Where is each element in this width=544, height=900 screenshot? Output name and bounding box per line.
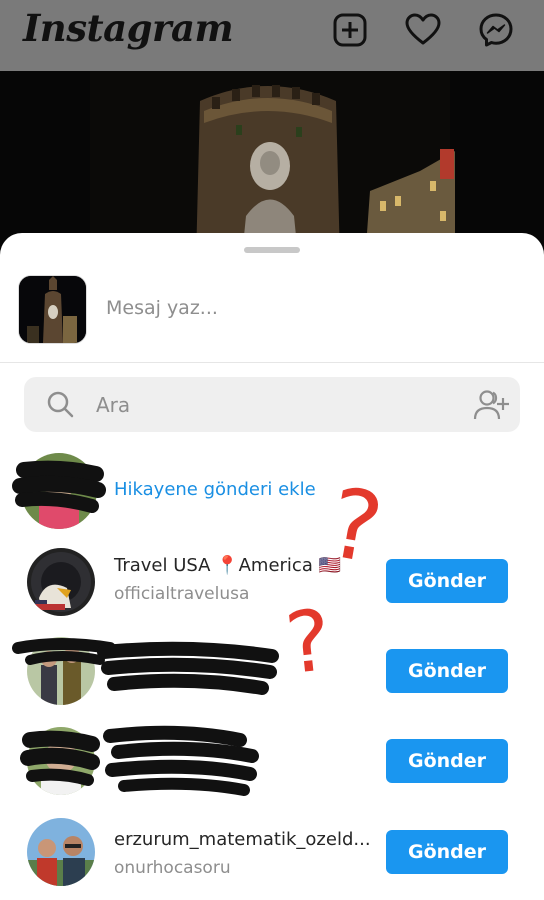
- add-to-story-label[interactable]: Hikayene gönderi ekle: [114, 479, 316, 500]
- recipient-username: officialtravelusa: [114, 584, 250, 604]
- my-story-avatar[interactable]: [21, 453, 97, 529]
- top-bar: Instagram: [0, 0, 544, 71]
- recipient-avatar[interactable]: [27, 727, 95, 795]
- send-button[interactable]: Gönder: [386, 559, 508, 603]
- recipient-name: erzurum_matematik_ozeld...: [114, 829, 371, 850]
- recipient-name: Travel USA 📍America 🇺🇸: [114, 555, 341, 576]
- message-input[interactable]: [106, 297, 506, 319]
- divider: [0, 362, 544, 363]
- send-button[interactable]: Gönder: [386, 649, 508, 693]
- instagram-logo[interactable]: Instagram: [23, 6, 234, 50]
- recipient-avatar[interactable]: [27, 548, 95, 616]
- new-post-icon[interactable]: [332, 12, 368, 48]
- search-input[interactable]: [96, 392, 456, 418]
- messenger-icon[interactable]: [478, 12, 514, 48]
- search-icon: [47, 391, 74, 418]
- recipient-avatar[interactable]: [27, 818, 95, 886]
- add-people-icon[interactable]: [472, 389, 510, 421]
- recipient-avatar[interactable]: [27, 637, 95, 705]
- search-bar[interactable]: [24, 377, 520, 432]
- share-sheet: Hikayene gönderi ekle Travel USA 📍Americ…: [0, 233, 544, 900]
- recipient-username: onurhocasoru: [114, 858, 231, 878]
- send-button[interactable]: Gönder: [386, 830, 508, 874]
- heart-icon[interactable]: [405, 12, 441, 48]
- post-thumbnail: [19, 276, 86, 343]
- drag-handle[interactable]: [244, 247, 300, 253]
- send-button[interactable]: Gönder: [386, 739, 508, 783]
